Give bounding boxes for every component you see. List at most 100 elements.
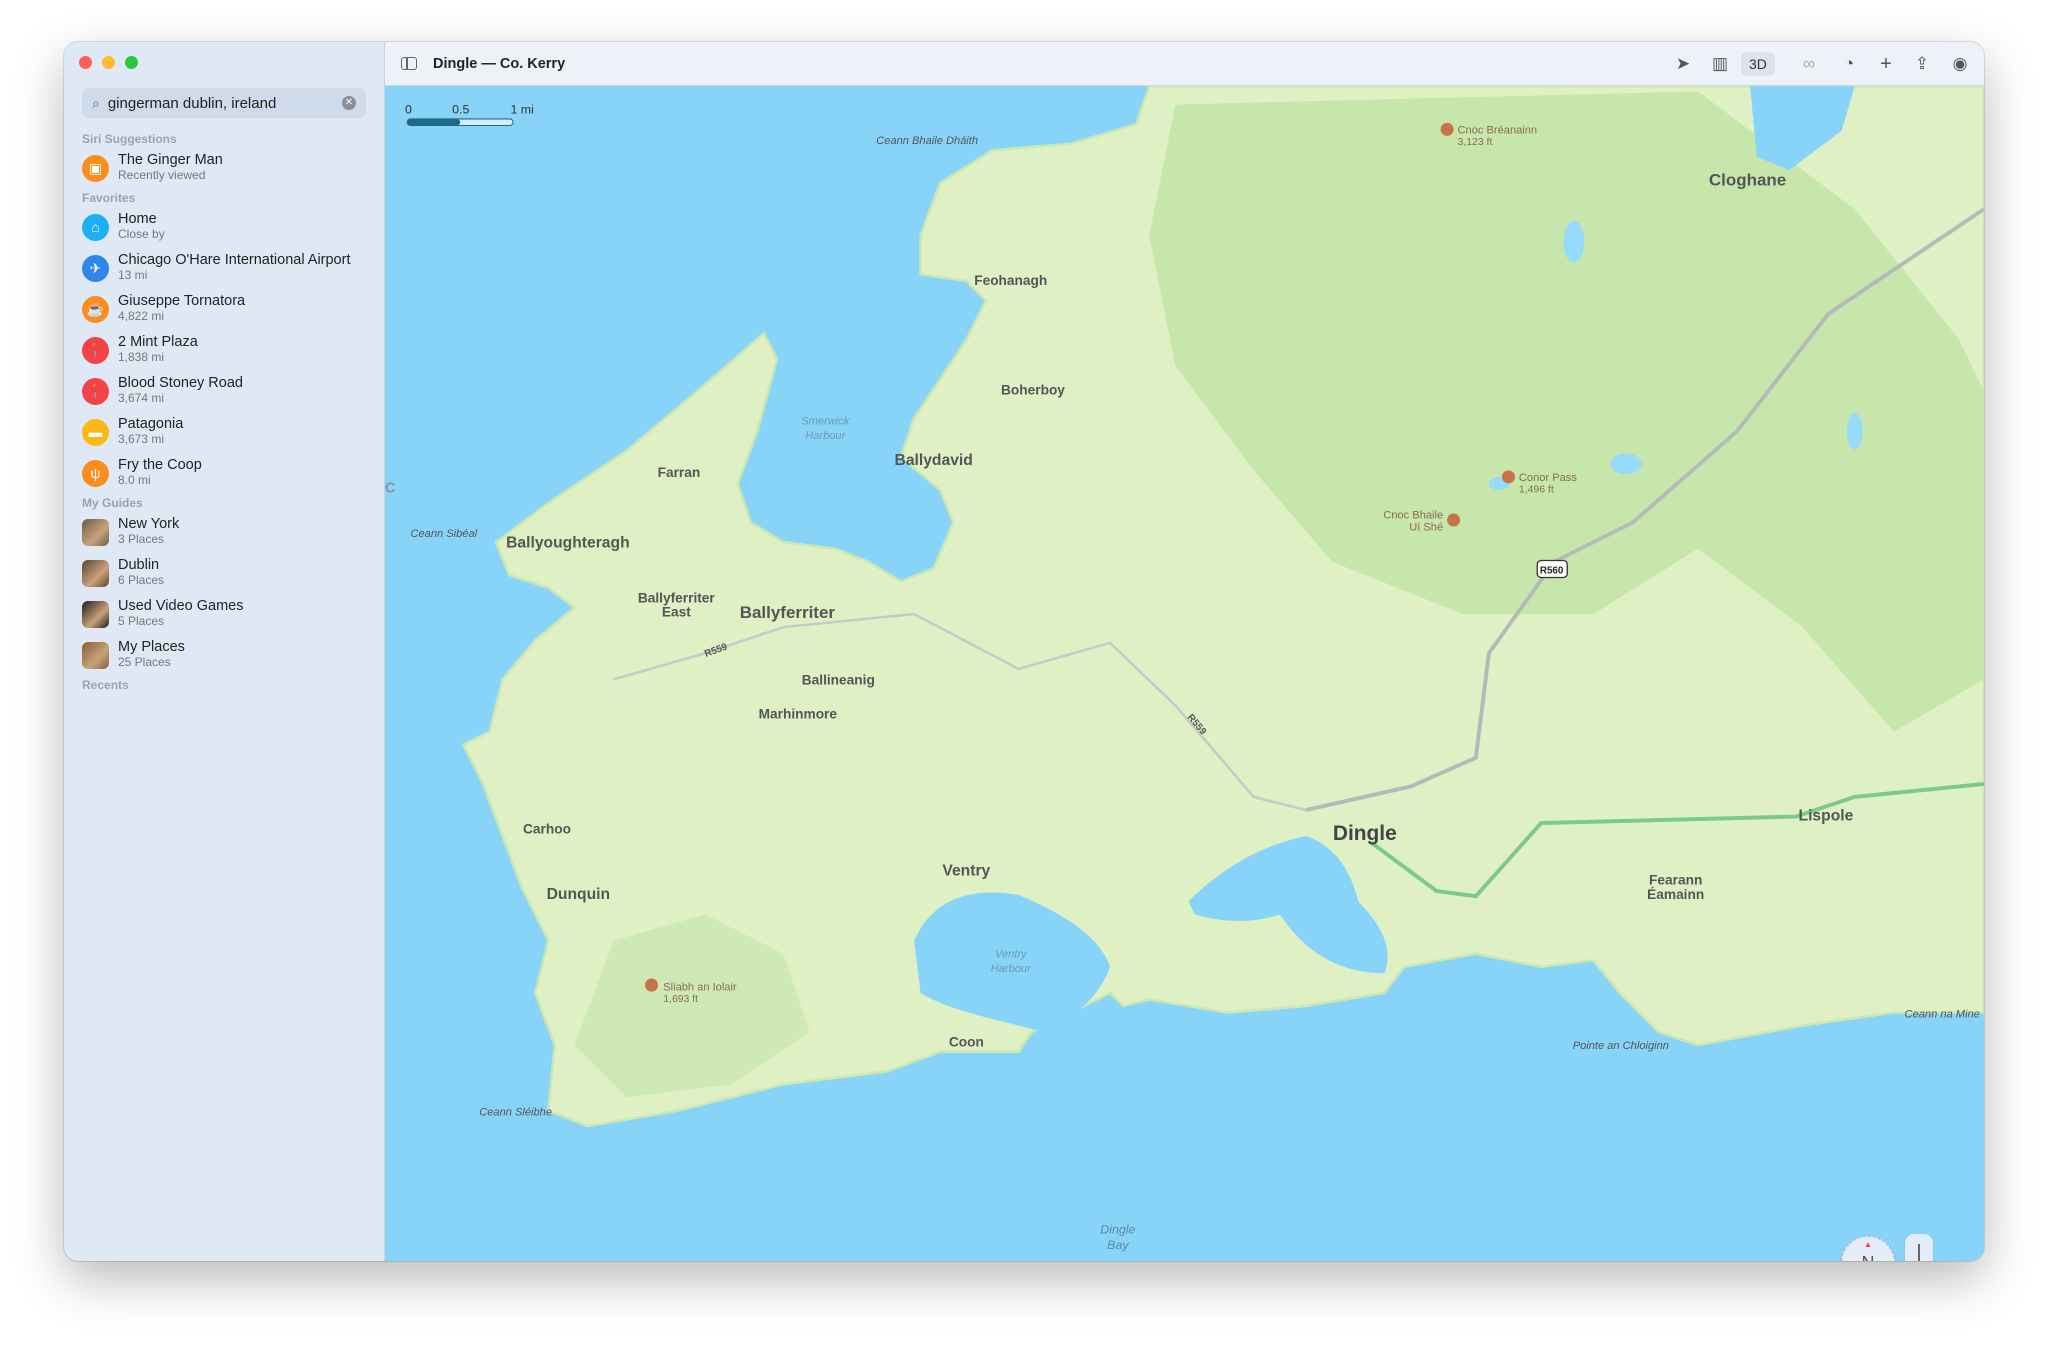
item-subtitle: Recently viewed [118, 168, 206, 182]
sidebar-list-item[interactable]: ▬ Patagonia 3,673 mi [82, 412, 372, 452]
map-label: Ventry [942, 862, 990, 879]
mountain-icon [644, 978, 659, 992]
sidebar-list-item[interactable]: My Places 25 Places [82, 635, 372, 675]
item-subtitle: 25 Places [118, 655, 171, 669]
sidebar-list-item[interactable]: ☕ Giuseppe Tornatora 4,822 mi [82, 289, 372, 329]
plus-icon[interactable]: + [1874, 52, 1898, 76]
item-subtitle: 3,674 mi [118, 391, 165, 405]
fullscreen-button[interactable] [125, 56, 138, 69]
item-title: Patagonia [118, 416, 184, 432]
map-label: Ceann Sléibhe [479, 1107, 552, 1119]
map-label: Cloghane [1709, 171, 1786, 190]
share-icon[interactable]: ⇪ [1910, 52, 1934, 76]
window-title: Dingle — Co. Kerry [433, 55, 566, 72]
cup-icon: ☕ [82, 295, 109, 323]
map-label: Éamainn [1647, 886, 1704, 902]
close-button[interactable] [79, 56, 92, 69]
map-label: C [385, 481, 395, 497]
item-subtitle: 13 mi [118, 268, 148, 282]
map-label: 1,496 ft [1519, 485, 1554, 496]
map-canvas[interactable]: Ceann Bhaile Dháith Cnoc Bréanainn 3,123… [385, 86, 1984, 1261]
item-title: Used Video Games [118, 598, 244, 614]
map-label: Boherboy [1001, 383, 1065, 398]
sidebar-list-item[interactable]: Used Video Games 5 Places [82, 594, 372, 634]
map-label: East [662, 605, 691, 620]
map-label: Ballyoughteragh [506, 534, 630, 551]
map-label: Dingle [1333, 822, 1397, 845]
sidebar-list-item[interactable]: Dublin 6 Places [82, 553, 372, 593]
section-header: Recents [82, 678, 129, 692]
sidebar-list-item[interactable]: ▣ The Ginger Man Recently viewed [82, 148, 372, 188]
pitch-slider[interactable] [1905, 1234, 1933, 1261]
clear-icon[interactable]: ✕ [342, 96, 356, 110]
sidebar-list-item[interactable]: ψ Fry the Coop 8.0 mi [82, 453, 372, 493]
search-icon: ⌕ [92, 94, 100, 111]
item-subtitle: 4,822 mi [118, 309, 165, 323]
map-label: Farran [658, 465, 701, 480]
map-icon[interactable]: ▥ [1708, 52, 1732, 76]
minimize-button[interactable] [102, 56, 115, 69]
map-label: Conor Pass [1519, 472, 1577, 484]
toolbar: Dingle — Co. Kerry ➤ ▥ 3D ∞ ◔ + ⇪ ◉ [385, 42, 1984, 86]
map-label: Lispole [1799, 807, 1854, 824]
item-title: Giuseppe Tornatora [118, 293, 246, 309]
item-title: Blood Stoney Road [118, 375, 243, 391]
map-label: Cnoc Bréanainn [1458, 124, 1538, 136]
pin-icon: 📍 [82, 336, 109, 364]
map-label: Feohanagh [974, 273, 1047, 288]
account-icon[interactable]: ◉ [1948, 52, 1972, 76]
item-title: The Ginger Man [118, 152, 223, 168]
sidebar-list-item[interactable]: 📍 2 Mint Plaza 1,838 mi [82, 330, 372, 370]
window-controls [79, 56, 138, 69]
binoculars-icon[interactable]: ∞ [1797, 52, 1821, 76]
item-subtitle: 3 Places [118, 532, 165, 546]
item-title: New York [118, 516, 180, 532]
guide-thumbnail [82, 641, 109, 669]
item-subtitle: Close by [118, 227, 165, 241]
search-field[interactable]: ⌕ gingerman dublin, ireland ✕ [82, 88, 366, 118]
map-label: Dingle [1100, 1222, 1135, 1236]
north-arrow-icon: ▲ [1864, 1240, 1872, 1249]
scale-tick: 0.5 [452, 103, 469, 117]
item-title: Home [118, 211, 157, 227]
map-label: Ballydavid [895, 452, 973, 469]
item-subtitle: 8.0 mi [118, 473, 151, 487]
sidebar-list-item[interactable]: New York 3 Places [82, 512, 372, 552]
sidebar-list-item[interactable]: 📍 Blood Stoney Road 3,674 mi [82, 371, 372, 411]
map-label: Ceann na Mine [1905, 1009, 1980, 1021]
map-label: Ceann Sibéal [410, 528, 477, 540]
airplane-icon: ✈ [82, 254, 109, 282]
map-label: Ballyferriter [740, 603, 836, 622]
mountain-icon [1447, 513, 1461, 527]
guide-thumbnail [82, 518, 109, 546]
map-label: Ceann Bhaile Dháith [876, 135, 978, 147]
map-label: Coon [949, 1034, 984, 1049]
item-title: Chicago O'Hare International Airport [118, 252, 351, 268]
sidebar-icon[interactable] [401, 57, 417, 70]
sidebar-list-item[interactable]: ✈ Chicago O'Hare International Airport 13 … [82, 248, 372, 288]
item-title: Fry the Coop [118, 457, 202, 473]
house-icon: ⌂ [82, 213, 109, 241]
map-view[interactable]: Ceann Bhaile Dháith Cnoc Bréanainn 3,123… [385, 86, 1984, 1261]
pin-icon: 📍 [82, 377, 109, 405]
map-label: Ballineanig [802, 673, 875, 688]
3d-button[interactable]: 3D [1741, 52, 1775, 76]
section-header: My Guides [82, 496, 143, 510]
map-label: Uí Shé [1409, 521, 1443, 533]
road-shield-label: R560 [1540, 566, 1564, 577]
section-header: Favorites [82, 191, 136, 205]
location-icon[interactable]: ➤ [1671, 52, 1695, 76]
item-title: 2 Mint Plaza [118, 334, 198, 350]
scale-tick: 1 mi [510, 103, 533, 117]
map-label: Smerwick [801, 416, 851, 428]
sidebar-list-item[interactable]: ⌂ Home Close by [82, 207, 372, 247]
scale-tick: 0 [405, 103, 412, 117]
map-label: Fearann [1649, 872, 1702, 887]
look-around-icon[interactable]: ◔ [1837, 52, 1861, 76]
map-label: Harbour [991, 963, 1032, 975]
item-title: Dublin [118, 557, 160, 573]
mountain-icon [1501, 470, 1516, 484]
search-input[interactable]: gingerman dublin, ireland [108, 95, 342, 112]
compass-label: N [1862, 1253, 1875, 1262]
mountain-icon [1440, 122, 1454, 136]
